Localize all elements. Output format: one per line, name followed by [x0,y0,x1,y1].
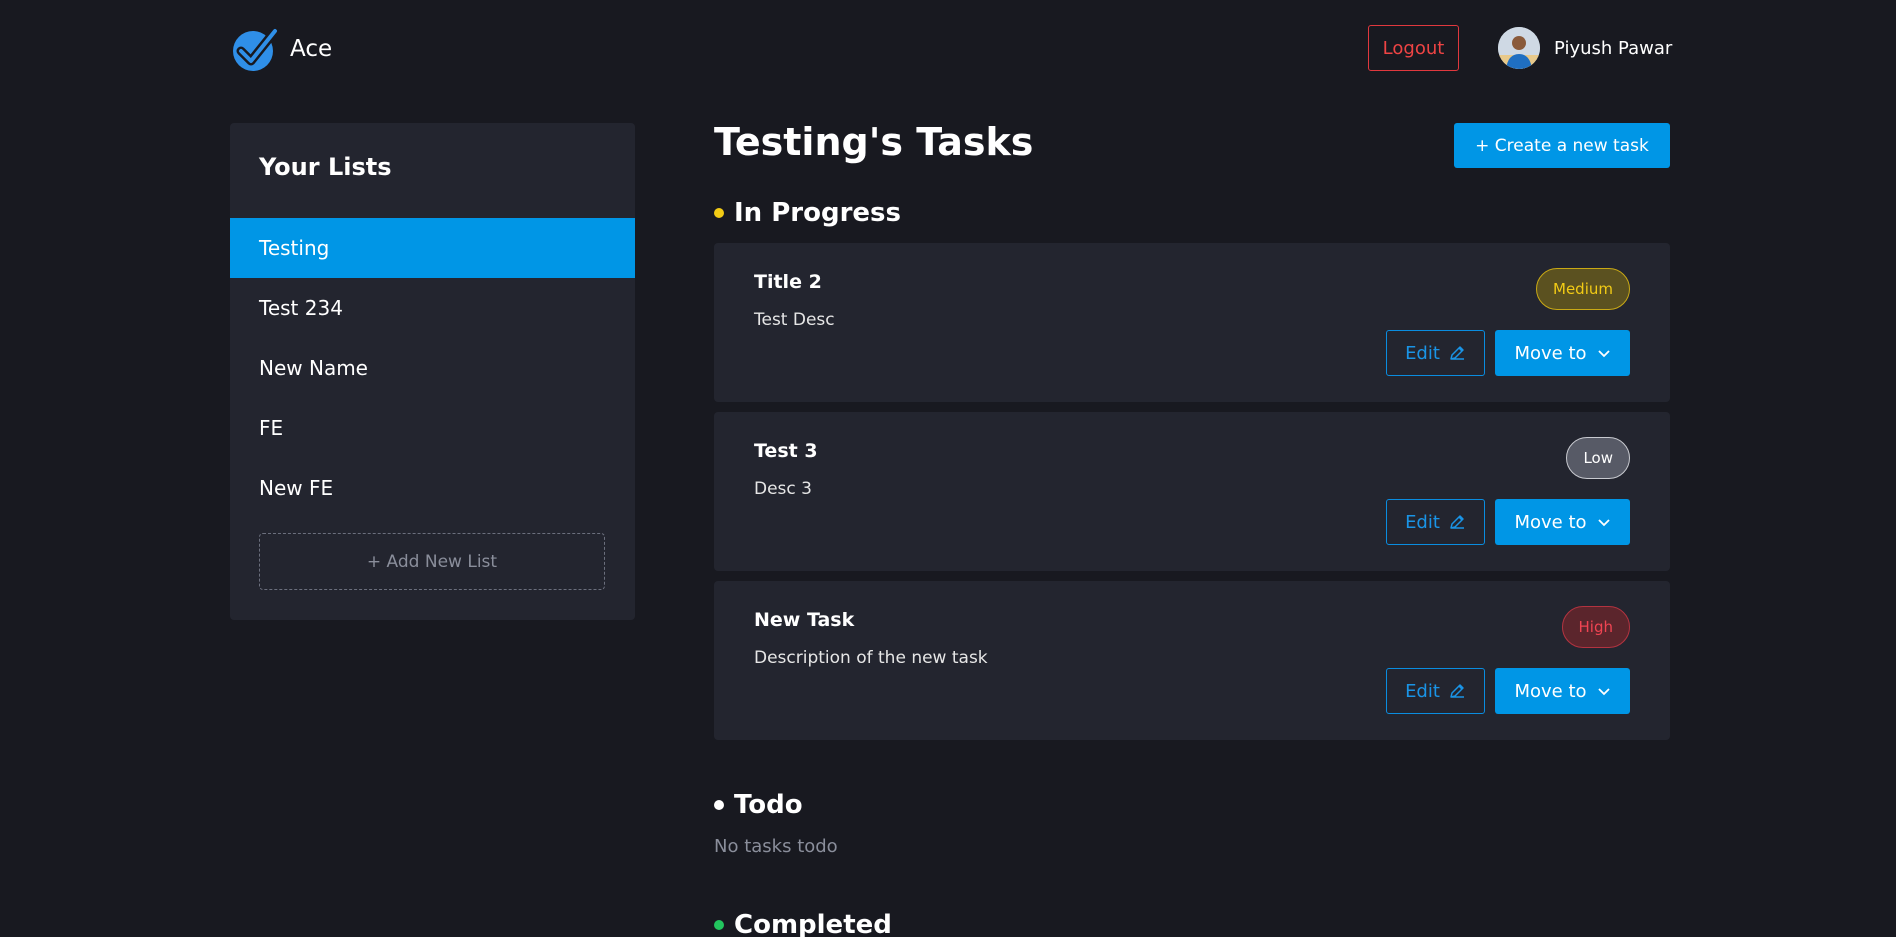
app-name: Ace [290,36,333,62]
move-to-dropdown[interactable]: Move to [1495,330,1630,376]
task-description: Description of the new task [754,648,988,668]
pencil-icon [1450,515,1464,529]
move-label: Move to [1514,342,1587,364]
logout-button[interactable]: Logout [1368,25,1459,71]
task-title: Title 2 [754,271,822,293]
section-title: In Progress [734,198,901,228]
task-card: Title 2 Test Desc Medium Edit Move to [714,243,1670,402]
edit-task-button[interactable]: Edit [1386,330,1485,376]
edit-task-button[interactable]: Edit [1386,499,1485,545]
priority-badge: High [1561,606,1630,648]
edit-label: Edit [1405,680,1440,702]
edit-label: Edit [1405,342,1440,364]
page-title: Testing's Tasks [714,120,1034,164]
app-logo[interactable]: Ace [232,26,332,72]
create-task-button[interactable]: + Create a new task [1454,123,1670,168]
user-profile[interactable]: Piyush Pawar [1498,27,1672,69]
status-dot-icon [714,208,724,218]
move-to-dropdown[interactable]: Move to [1495,499,1630,545]
lists-nav: Testing Test 234 New Name FE New FE [230,218,635,518]
move-label: Move to [1514,680,1587,702]
task-card: New Task Description of the new task Hig… [714,581,1670,740]
section-in-progress-header: In Progress [714,198,901,228]
task-card: Test 3 Desc 3 Low Edit Move to [714,412,1670,571]
add-new-list-button[interactable]: + Add New List [259,533,605,590]
section-title: Todo [734,790,803,820]
sidebar-item-test-234[interactable]: Test 234 [230,278,635,338]
task-description: Desc 3 [754,479,812,499]
chevron-down-icon [1597,519,1610,527]
section-title: Completed [734,910,892,937]
section-completed-header: Completed [714,910,892,937]
move-label: Move to [1514,511,1587,533]
task-title: New Task [754,609,855,631]
avatar [1498,27,1540,69]
empty-state-text: No tasks todo [714,836,838,857]
sidebar-item-testing[interactable]: Testing [230,218,635,278]
top-header: Ace Logout Piyush Pawar [0,0,1896,96]
priority-badge: Medium [1536,268,1630,310]
edit-label: Edit [1405,511,1440,533]
status-dot-icon [714,800,724,810]
checkmark-logo-icon [233,26,278,71]
chevron-down-icon [1597,350,1610,358]
task-title: Test 3 [754,440,818,462]
lists-sidebar: Your Lists Testing Test 234 New Name FE … [230,123,635,620]
move-to-dropdown[interactable]: Move to [1495,668,1630,714]
status-dot-icon [714,920,724,930]
priority-badge: Low [1566,437,1630,479]
sidebar-item-fe[interactable]: FE [230,398,635,458]
sidebar-title: Your Lists [259,153,392,181]
edit-task-button[interactable]: Edit [1386,668,1485,714]
section-todo-header: Todo [714,790,803,820]
sidebar-item-new-name[interactable]: New Name [230,338,635,398]
pencil-icon [1450,346,1464,360]
chevron-down-icon [1597,688,1610,696]
pencil-icon [1450,684,1464,698]
task-description: Test Desc [754,310,835,330]
user-name: Piyush Pawar [1554,37,1673,59]
user-avatar-icon [1498,27,1540,69]
sidebar-item-new-fe[interactable]: New FE [230,458,635,518]
